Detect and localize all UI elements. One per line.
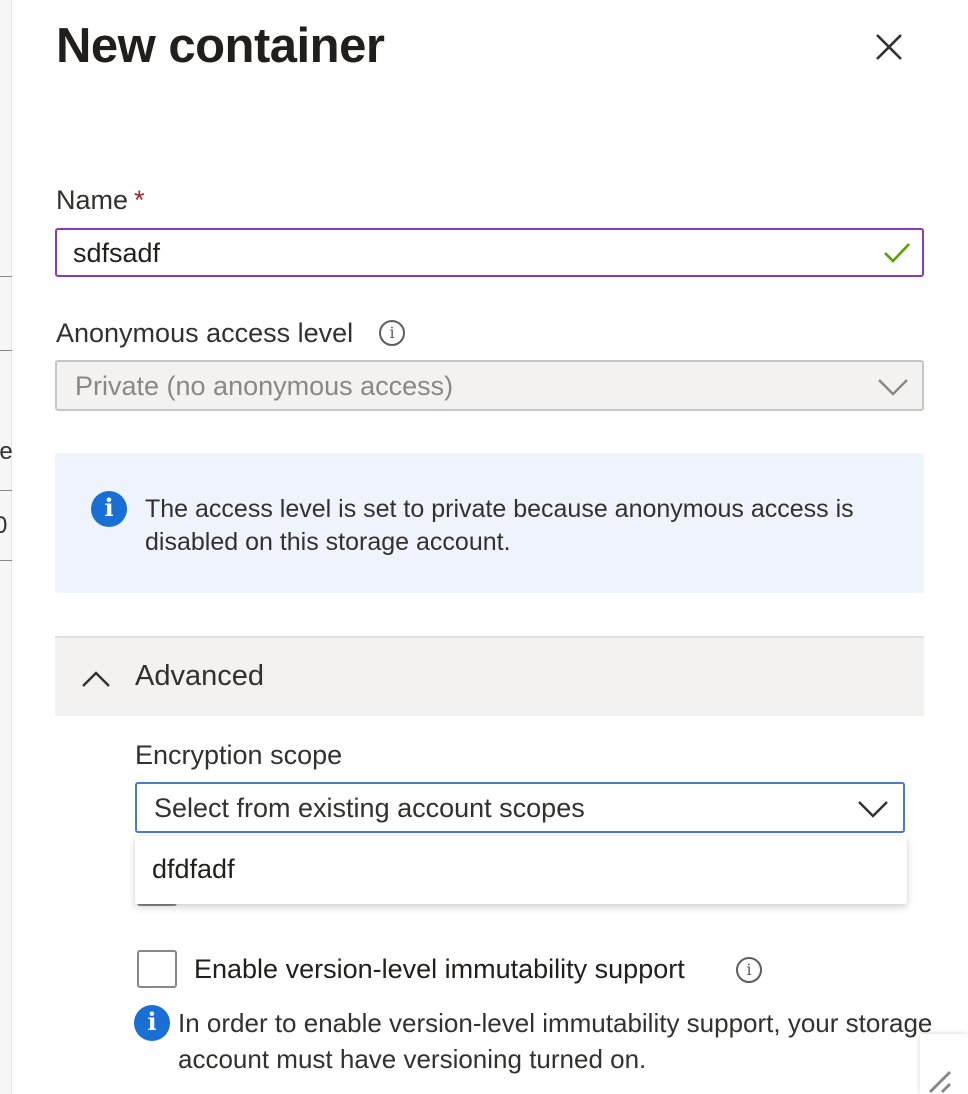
version-immutability-checkbox[interactable] — [137, 950, 177, 988]
background-divider — [0, 490, 12, 491]
chevron-down-icon — [878, 379, 908, 396]
info-icon: i — [91, 491, 127, 527]
versioning-note: In order to enable version-level immutab… — [178, 1008, 933, 1074]
checkmark-icon — [884, 243, 910, 263]
encryption-scope-select[interactable]: Select from existing account scopes — [135, 782, 905, 833]
screen: ie 0 New container Name* Anonymous acces… — [0, 0, 968, 1094]
access-level-select: Private (no anonymous access) — [55, 360, 924, 411]
info-glyph: i — [746, 960, 752, 979]
name-label-text: Name — [56, 185, 129, 215]
encryption-scope-value: Select from existing account scopes — [154, 793, 585, 823]
info-icon: i — [134, 1005, 170, 1041]
dropdown-option-label: dfdfadf — [152, 854, 235, 884]
close-icon — [876, 34, 902, 60]
info-icon[interactable]: i — [736, 957, 762, 983]
encryption-scope-dropdown: dfdfadf — [135, 836, 907, 904]
background-text-fragment: ie — [0, 438, 13, 465]
background-divider — [0, 350, 12, 351]
name-input[interactable] — [73, 236, 853, 270]
encryption-scope-label: Encryption scope — [135, 740, 343, 770]
background-page: ie 0 — [0, 0, 13, 1094]
panel-title: New container — [56, 19, 385, 73]
info-glyph: i — [147, 1007, 157, 1036]
info-icon[interactable]: i — [379, 320, 405, 346]
close-button[interactable] — [870, 28, 908, 66]
name-label: Name * — [56, 185, 145, 216]
advanced-label: Advanced — [135, 660, 264, 692]
info-glyph: i — [104, 493, 114, 522]
info-glyph: i — [389, 323, 395, 342]
info-banner: i The access level is set to private bec… — [55, 453, 924, 593]
access-level-label: Anonymous access level — [56, 318, 354, 348]
new-container-panel: New container Name* Anonymous access lev… — [12, 0, 968, 1094]
advanced-section-toggle[interactable]: Advanced — [55, 636, 924, 716]
background-text-fragment: 0 — [0, 512, 8, 539]
resize-grip-icon — [928, 1070, 952, 1094]
chevron-up-icon — [82, 671, 110, 687]
name-field[interactable] — [55, 228, 924, 277]
dropdown-option[interactable]: dfdfadf — [135, 836, 907, 904]
access-level-value: Private (no anonymous access) — [75, 371, 454, 401]
info-banner-text: The access level is set to private becau… — [145, 495, 854, 556]
background-divider — [0, 560, 12, 561]
resize-handle[interactable] — [920, 1034, 968, 1094]
background-divider — [0, 276, 12, 277]
chevron-down-icon — [858, 801, 888, 818]
required-mark: * — [134, 185, 145, 215]
version-immutability-label: Enable version-level immutability suppor… — [194, 954, 685, 984]
